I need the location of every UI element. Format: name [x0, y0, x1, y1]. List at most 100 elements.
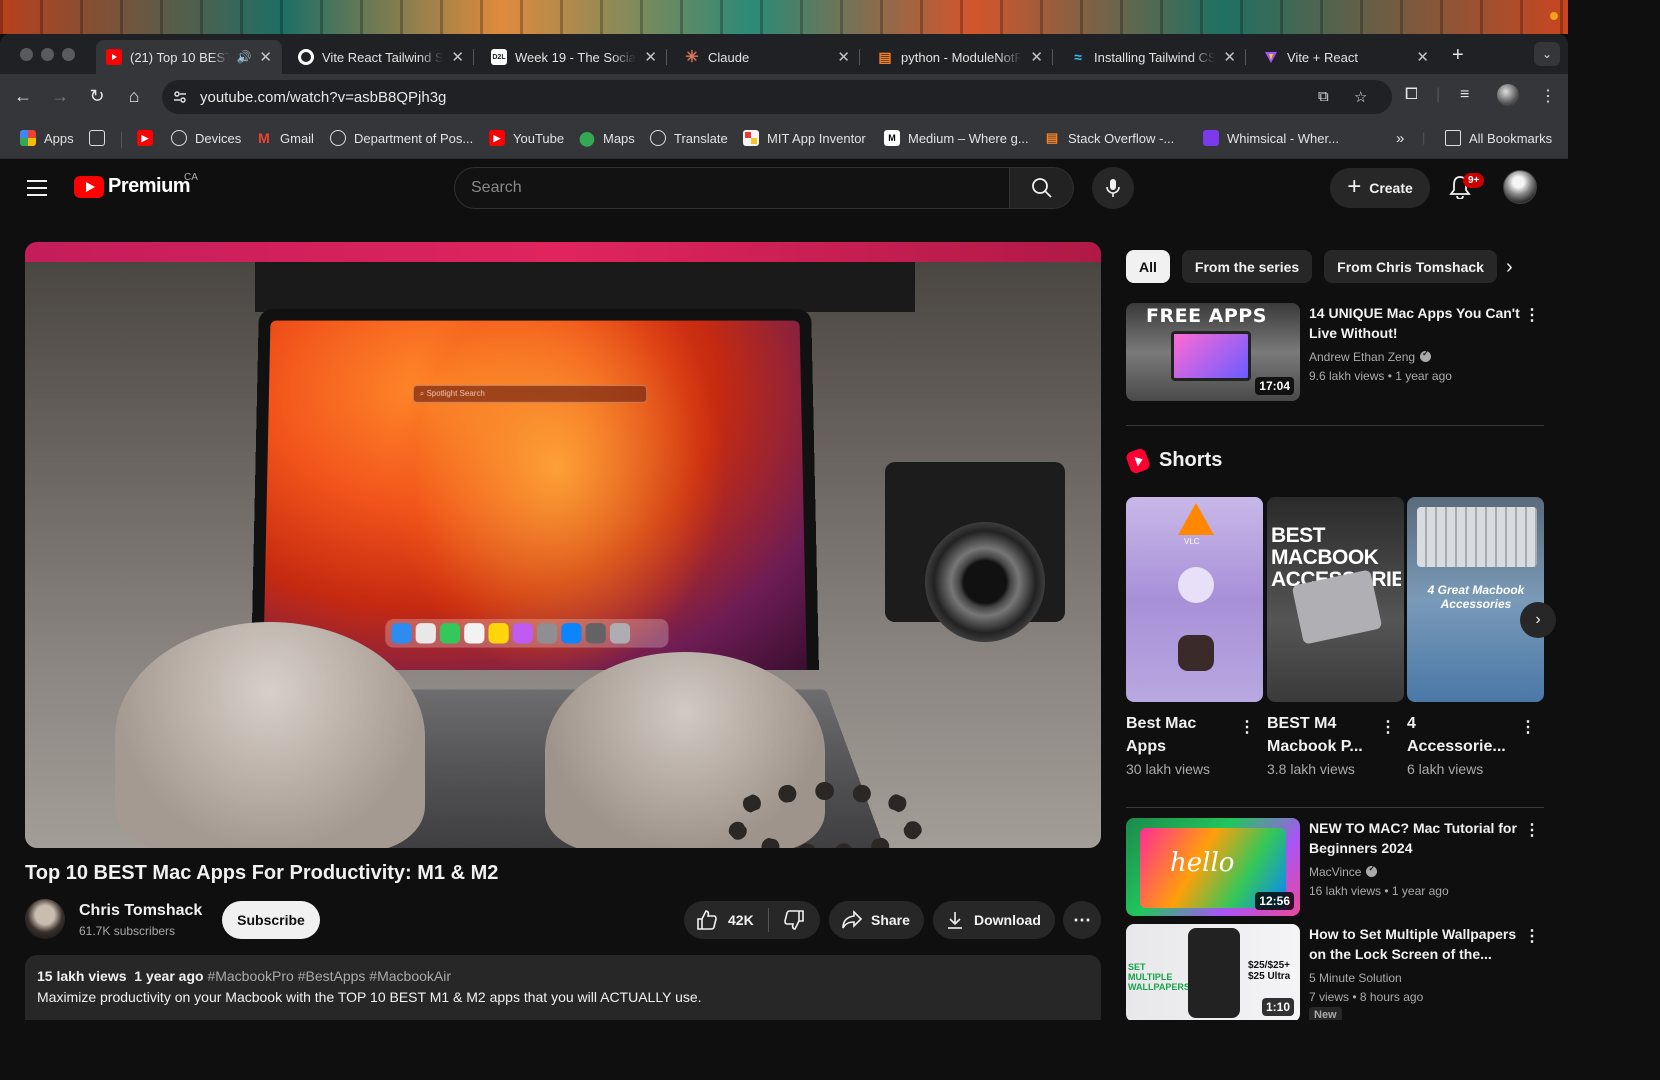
tab-python-module[interactable]: ▤ python - ModuleNotFound ✕ — [867, 40, 1053, 74]
short-thumbnail[interactable]: 4 Great Macbook Accessories — [1407, 497, 1544, 702]
bookmark-devices[interactable]: Devices — [171, 130, 241, 146]
tab-installing-tailwind[interactable]: ≈ Installing Tailwind CSS ✕ — [1060, 40, 1246, 74]
bookmark-maps[interactable]: ⬤ Maps — [579, 130, 635, 146]
video-player[interactable]: ⌕ Spotlight Search — [25, 242, 1101, 848]
bookmark-youtube[interactable]: ▶ YouTube — [489, 130, 564, 146]
folder-icon — [1445, 130, 1461, 146]
profile-avatar[interactable] — [1497, 84, 1519, 106]
chip-from-the-series[interactable]: From the series — [1181, 250, 1313, 283]
chip-from-channel[interactable]: From Chris Tomshack — [1324, 250, 1497, 283]
tab-youtube[interactable]: (21) Top 10 BEST Mac Apps 🔊 ✕ — [96, 40, 282, 74]
subscribe-button[interactable]: Subscribe — [222, 901, 320, 939]
recommended-video[interactable]: FREE APPS 17:04 14 UNIQUE Mac Apps You C… — [1126, 303, 1546, 403]
all-bookmarks-button[interactable]: All Bookmarks — [1445, 130, 1552, 146]
bookmark-gmail[interactable]: M Gmail — [256, 130, 314, 146]
bookmark-youtube-icon-only[interactable]: ▶ — [137, 130, 153, 146]
hashtags[interactable]: #MacbookPro #BestApps #MacbookAir — [207, 968, 451, 984]
speaker-icon[interactable]: 🔊 — [236, 50, 251, 64]
bookmark-apps[interactable]: Apps — [20, 130, 74, 146]
more-options-kebab-icon[interactable]: ⋮ — [1524, 820, 1540, 840]
new-tab-button[interactable]: + — [1452, 44, 1464, 67]
youtube-premium-logo[interactable]: Premium — [74, 175, 191, 198]
close-tab-icon[interactable]: ✕ — [1223, 48, 1236, 66]
reload-icon[interactable]: ↻ — [86, 86, 108, 107]
video-thumbnail[interactable]: hello 12:56 — [1126, 818, 1300, 916]
bookmark-department[interactable]: Department of Pos... — [330, 130, 473, 146]
shorts-next-chevron-icon[interactable]: › — [1520, 602, 1556, 638]
channel-name[interactable]: Chris Tomshack — [79, 902, 202, 920]
more-options-kebab-icon[interactable]: ⋮ — [1239, 717, 1255, 737]
short-thumbnail[interactable]: VLC — [1126, 497, 1263, 702]
bookmark-grid[interactable] — [89, 130, 105, 146]
bookmark-star-icon[interactable]: ☆ — [1354, 88, 1367, 106]
site-settings-icon[interactable] — [172, 89, 188, 105]
tab-separator — [1052, 49, 1053, 65]
cast-icon[interactable]: ⧉ — [1318, 88, 1329, 105]
search-input[interactable] — [455, 168, 1009, 208]
voice-search-button[interactable] — [1092, 167, 1134, 209]
recommended-video[interactable]: hello 12:56 NEW TO MAC? Mac Tutorial for… — [1126, 818, 1546, 918]
tab-search-chevron-icon[interactable]: ⌄ — [1534, 42, 1560, 66]
more-bookmarks-chevron-icon[interactable]: » — [1396, 130, 1404, 147]
share-button[interactable]: Share — [829, 901, 924, 939]
close-tab-icon[interactable]: ✕ — [1030, 48, 1043, 66]
download-button[interactable]: Download — [933, 901, 1055, 939]
more-actions-ellipsis-icon[interactable]: ⋯ — [1063, 901, 1101, 939]
tab-vite-react[interactable]: Vite + React ✕ — [1253, 40, 1439, 74]
tab-strip: (21) Top 10 BEST Mac Apps 🔊 ✕ Vite React… — [0, 34, 1568, 74]
bookmark-stack-overflow[interactable]: ▤ Stack Overflow -... — [1044, 130, 1174, 146]
create-button[interactable]: + Create — [1330, 168, 1430, 208]
close-tab-icon[interactable]: ✕ — [1416, 48, 1429, 66]
media-controls-icon[interactable]: ≡ — [1460, 86, 1469, 104]
tab-claude[interactable]: ✳ Claude ✕ — [674, 40, 860, 74]
close-tab-icon[interactable]: ✕ — [259, 48, 272, 66]
channel-name-text: MacVince — [1309, 865, 1362, 879]
video-frame-lens — [925, 522, 1045, 642]
filter-chips: All From the series From Chris Tomshack — [1126, 250, 1497, 283]
more-options-kebab-icon[interactable]: ⋮ — [1520, 717, 1536, 737]
more-options-kebab-icon[interactable]: ⋮ — [1524, 926, 1540, 946]
home-icon[interactable]: ⌂ — [123, 86, 145, 107]
video-thumbnail[interactable]: FREE APPS 17:04 — [1126, 303, 1300, 401]
forward-arrow-icon[interactable]: → — [49, 86, 71, 107]
video-thumbnail[interactable]: SET MULTIPLE WALLPAPERS $25/$25+ $25 Ult… — [1126, 924, 1300, 1020]
bookmark-translate[interactable]: Translate — [650, 130, 728, 146]
search-icon — [1031, 178, 1052, 198]
tab-week-19[interactable]: D2L Week 19 - The Social ✕ — [481, 40, 667, 74]
bookmark-medium[interactable]: M Medium – Where g... — [884, 130, 1029, 146]
chips-next-chevron-icon[interactable]: › — [1506, 256, 1513, 279]
close-tab-icon[interactable]: ✕ — [451, 48, 464, 66]
channel-avatar[interactable] — [25, 899, 65, 939]
bookmark-label: Medium – Where g... — [908, 130, 1029, 146]
bookmark-whimsical[interactable]: Whimsical - Wher... — [1203, 130, 1339, 146]
short-card[interactable]: VLC Best Mac Apps 30 lakh views ⋮ — [1126, 497, 1263, 777]
bookmark-mit-app-inventor[interactable]: MIT App Inventor — [743, 130, 866, 146]
dislike-button[interactable] — [769, 901, 819, 939]
description-box[interactable]: 15 lakh views 1 year ago #MacbookPro #Be… — [25, 955, 1101, 1020]
more-options-kebab-icon[interactable]: ⋮ — [1380, 717, 1396, 737]
menu-kebab-icon[interactable]: ⋮ — [1540, 86, 1556, 106]
zoom-window-button[interactable] — [62, 48, 75, 61]
recommended-video[interactable]: SET MULTIPLE WALLPAPERS $25/$25+ $25 Ult… — [1126, 924, 1546, 1020]
short-thumbnail[interactable]: BEST MACBOOK ACCESSORIES — [1267, 497, 1404, 702]
extensions-icon[interactable]: ⧠ — [1405, 86, 1418, 104]
close-tab-icon[interactable]: ✕ — [644, 48, 657, 66]
back-arrow-icon[interactable]: ← — [12, 86, 34, 107]
like-button[interactable]: 42K — [684, 901, 768, 939]
close-window-button[interactable] — [20, 48, 33, 61]
shorts-logo-icon — [1124, 446, 1152, 475]
hamburger-menu-icon[interactable] — [27, 180, 47, 201]
minimize-window-button[interactable] — [41, 48, 54, 61]
section-divider — [1126, 807, 1544, 808]
short-card[interactable]: 4 Great Macbook Accessories 4 Accessorie… — [1407, 497, 1544, 777]
chip-all[interactable]: All — [1126, 250, 1170, 283]
account-avatar[interactable] — [1503, 170, 1537, 204]
tab-vite-react-tailwind[interactable]: Vite React Tailwind Setup ✕ — [288, 40, 474, 74]
close-tab-icon[interactable]: ✕ — [837, 48, 850, 66]
more-options-kebab-icon[interactable]: ⋮ — [1524, 305, 1540, 325]
short-card[interactable]: BEST MACBOOK ACCESSORIES BEST M4 Macbook… — [1267, 497, 1404, 777]
address-bar[interactable]: youtube.com/watch?v=asbB8QPjh3g ⧉ ☆ — [162, 80, 1392, 114]
logo-text: Premium — [108, 175, 191, 197]
video-frame-spotlight: ⌕ Spotlight Search — [412, 385, 648, 403]
search-button[interactable] — [1010, 167, 1074, 209]
